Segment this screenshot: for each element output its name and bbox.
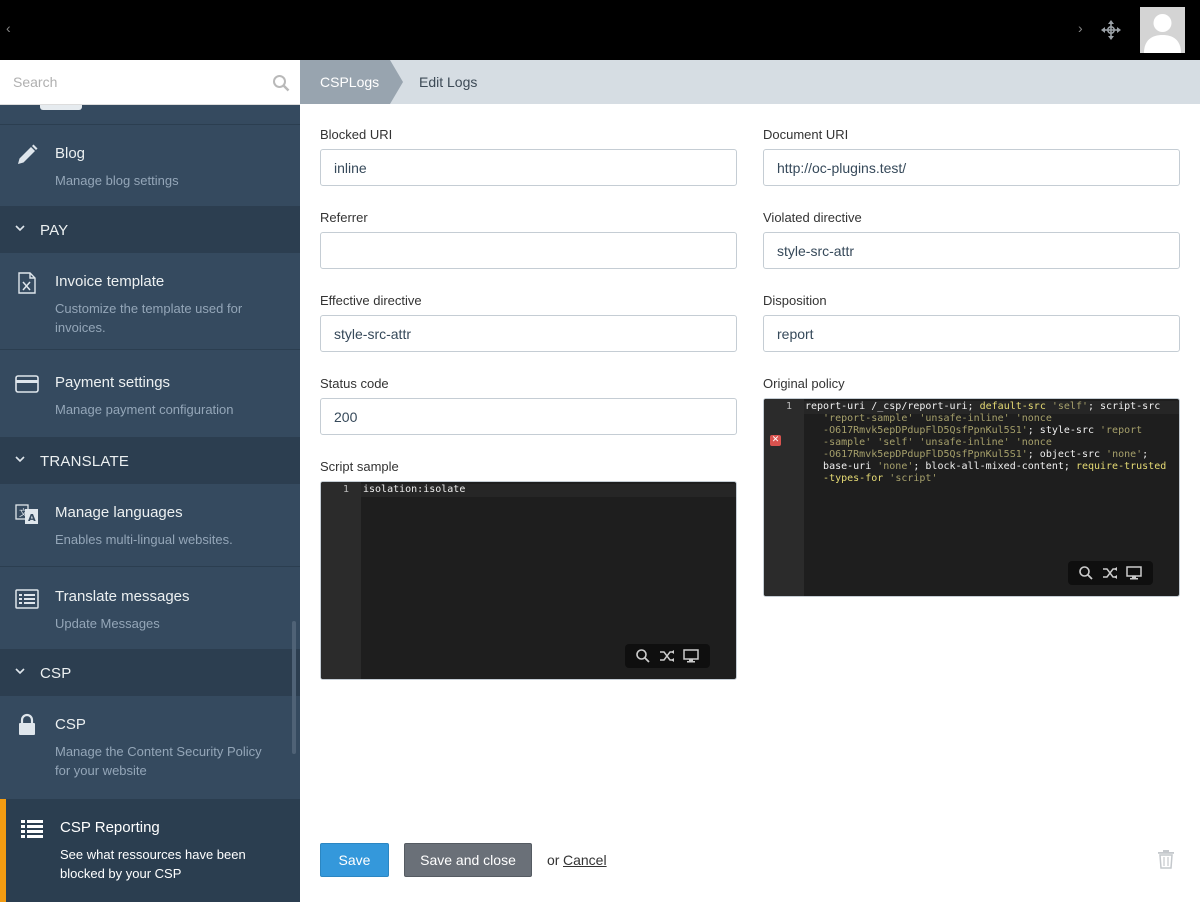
chevron-down-icon: [15, 668, 25, 675]
sidebar-search: [0, 60, 300, 105]
document-uri-label: Document URI: [763, 127, 849, 142]
line-number: 1: [342, 484, 349, 495]
script-sample-label: Script sample: [320, 459, 399, 474]
sidebar-item-title: Invoice template: [55, 273, 165, 290]
status-code-input[interactable]: [320, 398, 737, 435]
search-input[interactable]: [0, 60, 260, 104]
document-uri-input[interactable]: [763, 149, 1180, 186]
sidebar-item-title: Blog: [55, 145, 86, 162]
lock-icon: [19, 713, 35, 735]
sidebar-item-title: Manage languages: [55, 504, 183, 521]
sidebar-item-desc: Manage blog settings: [55, 173, 179, 188]
fullscreen-icon[interactable]: [683, 648, 699, 664]
violated-directive-label: Violated directive: [763, 210, 862, 225]
search-icon[interactable]: [1078, 565, 1094, 581]
sidebar-item-desc: Manage the Content Security Policy for y…: [55, 744, 262, 778]
code-content[interactable]: isolation:isolate: [363, 484, 465, 496]
sidebar-item-csp[interactable]: CSP Manage the Content Security Policy f…: [0, 696, 300, 798]
cancel-link[interactable]: Cancel: [563, 852, 607, 868]
effective-directive-label: Effective directive: [320, 293, 422, 308]
save-and-close-button[interactable]: Save and close: [404, 843, 532, 877]
top-bar: ‹ ›: [0, 0, 1200, 60]
disposition-input[interactable]: [763, 315, 1180, 352]
script-sample-editor[interactable]: 1 isolation:isolate: [320, 481, 737, 680]
trash-icon[interactable]: [1157, 849, 1175, 869]
sidebar-item-desc: See what ressources have been blocked by…: [60, 847, 246, 881]
sidebar-item-desc: Enables multi-lingual websites.: [55, 532, 233, 547]
list-icon: [15, 589, 39, 609]
sidebar-item-title: CSP: [55, 716, 86, 733]
invoice-icon: [18, 272, 36, 294]
original-policy-editor[interactable]: 1 ✕ report-uri /_csp/report-uri; default…: [763, 398, 1180, 597]
fullscreen-icon[interactable]: [1126, 565, 1142, 581]
sidebar-item-title: Payment settings: [55, 374, 171, 391]
credit-card-icon: [15, 375, 39, 393]
svg-text:文: 文: [19, 507, 28, 519]
sidebar-group-label: CSP: [40, 665, 72, 682]
sidebar-scrollbar[interactable]: [292, 621, 296, 754]
status-code-label: Status code: [320, 376, 389, 391]
clipped-item-fragment: [40, 105, 82, 110]
referrer-input[interactable]: [320, 232, 737, 269]
line-number: 1: [785, 401, 792, 412]
scroll-right-arrow[interactable]: ›: [1078, 20, 1083, 36]
editor-toolbar: [1068, 561, 1153, 585]
sidebar-item-csp-reporting[interactable]: CSP Reporting See what ressources have b…: [0, 799, 300, 902]
shuffle-icon[interactable]: [659, 648, 675, 664]
editor-gutter: [764, 399, 804, 596]
sidebar-item-title: Translate messages: [55, 588, 190, 605]
chevron-down-icon: [15, 225, 25, 232]
breadcrumb: CSPLogs Edit Logs: [300, 60, 1200, 104]
sidebar-item-translate-messages[interactable]: Translate messages Update Messages: [0, 567, 300, 649]
editor-toolbar: [625, 644, 710, 668]
referrer-label: Referrer: [320, 210, 368, 225]
svg-text:A: A: [28, 513, 36, 524]
search-icon[interactable]: [272, 74, 290, 92]
chevron-down-icon: [15, 456, 25, 463]
list-icon: [21, 820, 43, 838]
sidebar-item-payment-settings[interactable]: Payment settings Manage payment configur…: [0, 350, 300, 437]
breadcrumb-current: Edit Logs: [419, 74, 478, 90]
move-icon[interactable]: [1101, 20, 1121, 40]
blocked-uri-input[interactable]: [320, 149, 737, 186]
pencil-icon: [18, 144, 38, 164]
sidebar-item-title: CSP Reporting: [60, 819, 160, 836]
language-icon: 文 A: [15, 504, 38, 524]
shuffle-icon[interactable]: [1102, 565, 1118, 581]
disposition-label: Disposition: [763, 293, 827, 308]
sidebar-item-manage-languages[interactable]: 文 A Manage languages Enables multi-lingu…: [0, 484, 300, 566]
or-text: or: [547, 852, 560, 868]
save-button[interactable]: Save: [320, 843, 389, 877]
active-indicator: [0, 799, 6, 902]
violated-directive-input[interactable]: [763, 232, 1180, 269]
sidebar-item-desc: Customize the template used for invoices…: [55, 301, 243, 335]
sidebar-group-label: TRANSLATE: [40, 453, 130, 470]
breadcrumb-root[interactable]: CSPLogs: [300, 60, 390, 104]
sidebar-item-blog[interactable]: Blog Manage blog settings: [0, 125, 300, 206]
code-content[interactable]: report-uri /_csp/report-uri; default-src…: [805, 401, 1166, 485]
editor-gutter: [321, 482, 361, 679]
scroll-left-arrow[interactable]: ‹: [6, 20, 11, 36]
sidebar: Blog Manage blog settings PAY Invoice te…: [0, 60, 300, 902]
sidebar-group-label: PAY: [40, 222, 69, 239]
blocked-uri-label: Blocked URI: [320, 127, 393, 142]
sidebar-group-pay[interactable]: PAY: [0, 206, 300, 253]
user-icon: [1144, 14, 1181, 53]
sidebar-item-desc: Update Messages: [55, 616, 160, 631]
breadcrumb-arrow: [390, 60, 403, 104]
effective-directive-input[interactable]: [320, 315, 737, 352]
original-policy-label: Original policy: [763, 376, 845, 391]
user-avatar[interactable]: [1140, 7, 1185, 53]
sidebar-group-csp[interactable]: CSP: [0, 649, 300, 696]
sidebar-item-invoice-template[interactable]: Invoice template Customize the template …: [0, 253, 300, 349]
error-marker-icon[interactable]: ✕: [770, 435, 781, 446]
search-icon[interactable]: [635, 648, 651, 664]
sidebar-item-desc: Manage payment configuration: [55, 402, 234, 417]
sidebar-group-translate[interactable]: TRANSLATE: [0, 437, 300, 484]
